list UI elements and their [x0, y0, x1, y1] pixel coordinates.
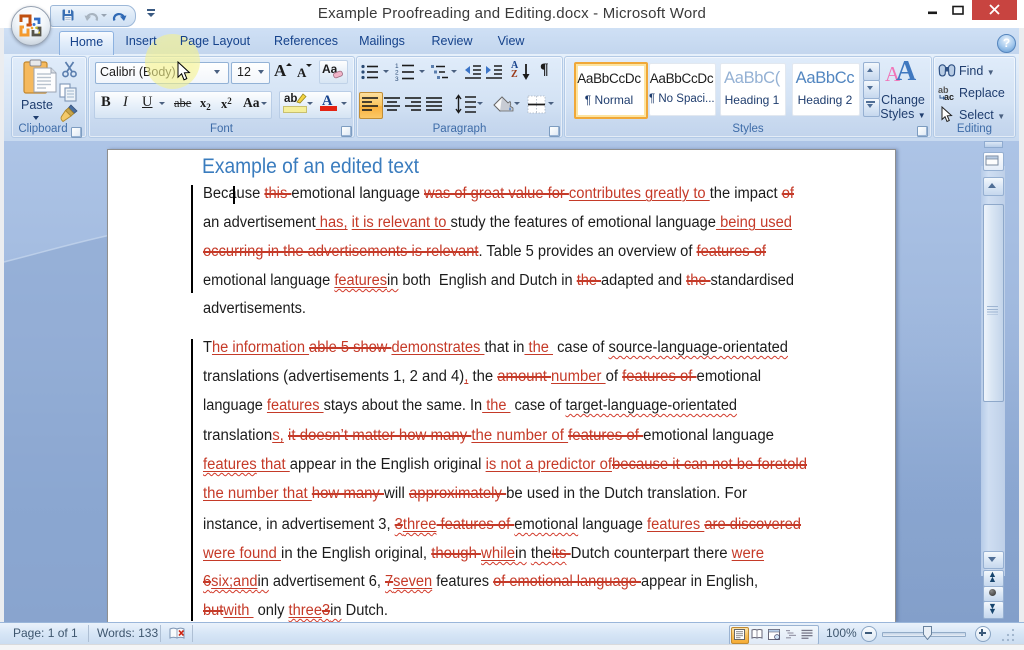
svg-text:ac: ac	[944, 92, 954, 101]
svg-text:3: 3	[395, 76, 399, 81]
